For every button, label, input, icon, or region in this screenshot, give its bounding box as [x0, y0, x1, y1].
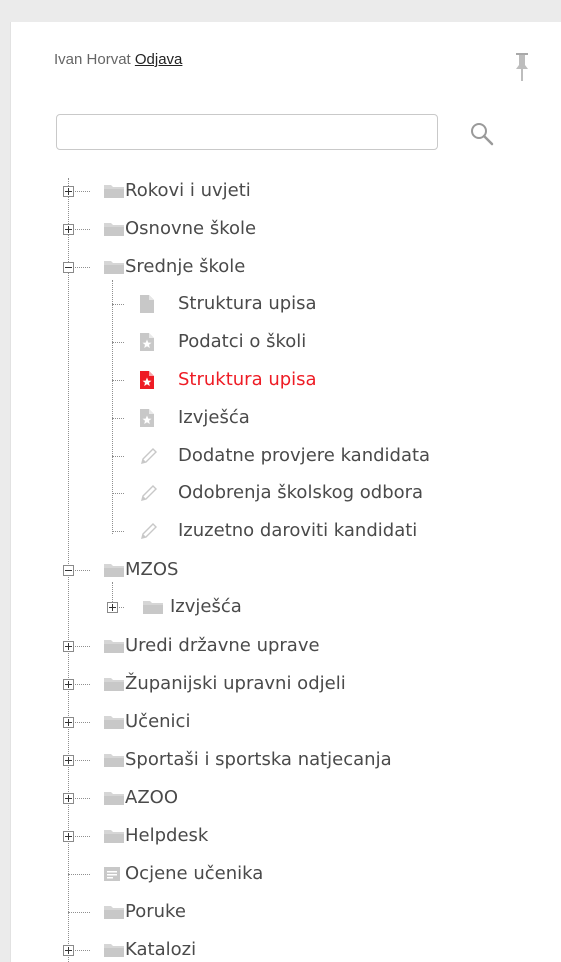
- tree-item-label[interactable]: Izvješća: [178, 406, 250, 430]
- tree-connector: [112, 380, 124, 381]
- folder-icon: [103, 752, 125, 768]
- tree-connector: [112, 456, 124, 457]
- tree-connector: [112, 531, 124, 532]
- tree-item-label[interactable]: Izuzetno daroviti kandidati: [178, 519, 417, 543]
- pencil-icon: [139, 483, 159, 503]
- tree-item-label[interactable]: Ocjene učenika: [125, 862, 263, 886]
- expand-icon[interactable]: [63, 945, 74, 956]
- folder-icon: [103, 942, 125, 958]
- document-icon: [139, 294, 155, 314]
- collapse-icon[interactable]: [63, 565, 74, 576]
- tree-item-label[interactable]: Izvješća: [170, 595, 242, 619]
- star-document-icon: [139, 332, 155, 352]
- tree-item-label[interactable]: Srednje škole: [125, 255, 245, 279]
- expand-icon[interactable]: [63, 224, 74, 235]
- tree-item-label[interactable]: Struktura upisa: [178, 368, 317, 392]
- expand-icon[interactable]: [63, 755, 74, 766]
- expand-icon[interactable]: [63, 793, 74, 804]
- tree-connector: [112, 418, 124, 419]
- tree-connector: [68, 912, 90, 913]
- tree-item-label[interactable]: Osnovne škole: [125, 217, 256, 241]
- tree-item-label[interactable]: Struktura upisa: [178, 292, 317, 316]
- expand-icon[interactable]: [63, 641, 74, 652]
- tree-item-label[interactable]: Sportaši i sportska natjecanja: [125, 748, 392, 772]
- tree-item-label[interactable]: Uredi državne uprave: [125, 634, 320, 658]
- tree-sub-line-srednje: [112, 280, 113, 534]
- collapse-icon[interactable]: [63, 262, 74, 273]
- folder-icon: [142, 599, 164, 615]
- pencil-icon: [139, 446, 159, 466]
- pin-icon[interactable]: [512, 52, 532, 82]
- star-document-icon: [139, 408, 155, 428]
- expand-icon[interactable]: [107, 602, 118, 613]
- tree-item-label[interactable]: AZOO: [125, 786, 178, 810]
- folder-icon: [103, 183, 125, 199]
- tree-item-label[interactable]: Dodatne provjere kandidata: [178, 444, 430, 468]
- folder-icon: [103, 259, 125, 275]
- folder-icon: [103, 714, 125, 730]
- folder-icon: [103, 828, 125, 844]
- tree-item-label[interactable]: Županijski upravni odjeli: [125, 672, 346, 696]
- search-icon[interactable]: [468, 120, 496, 148]
- tree-item-label[interactable]: Podatci o školi: [178, 330, 306, 354]
- logout-link[interactable]: Odjava: [135, 51, 183, 68]
- tree-item-label[interactable]: Poruke: [125, 900, 186, 924]
- user-name: Ivan Horvat: [54, 51, 131, 68]
- folder-icon: [103, 562, 125, 578]
- tree-connector: [112, 342, 124, 343]
- star-document-icon: [139, 370, 155, 390]
- tree-item-label[interactable]: Rokovi i uvjeti: [125, 179, 251, 203]
- tree-item-label[interactable]: Odobrenja školskog odbora: [178, 481, 423, 505]
- expand-icon[interactable]: [63, 831, 74, 842]
- folder-icon: [103, 221, 125, 237]
- folder-icon: [103, 638, 125, 654]
- list-document-icon: [103, 865, 121, 883]
- tree-item-label[interactable]: Helpdesk: [125, 824, 208, 848]
- folder-icon: [103, 790, 125, 806]
- tree-connector: [112, 304, 124, 305]
- tree-connector: [112, 493, 124, 494]
- tree-connector: [68, 874, 90, 875]
- folder-icon: [103, 904, 125, 920]
- folder-icon: [103, 676, 125, 692]
- expand-icon[interactable]: [63, 717, 74, 728]
- search-input[interactable]: [56, 114, 438, 150]
- tree-item-label[interactable]: Katalozi: [125, 938, 196, 962]
- pencil-icon: [139, 521, 159, 541]
- tree-item-label[interactable]: MZOS: [125, 558, 178, 582]
- tree-item-label[interactable]: Učenici: [125, 710, 190, 734]
- user-line: Ivan Horvat Odjava: [54, 49, 182, 71]
- expand-icon[interactable]: [63, 186, 74, 197]
- expand-icon[interactable]: [63, 679, 74, 690]
